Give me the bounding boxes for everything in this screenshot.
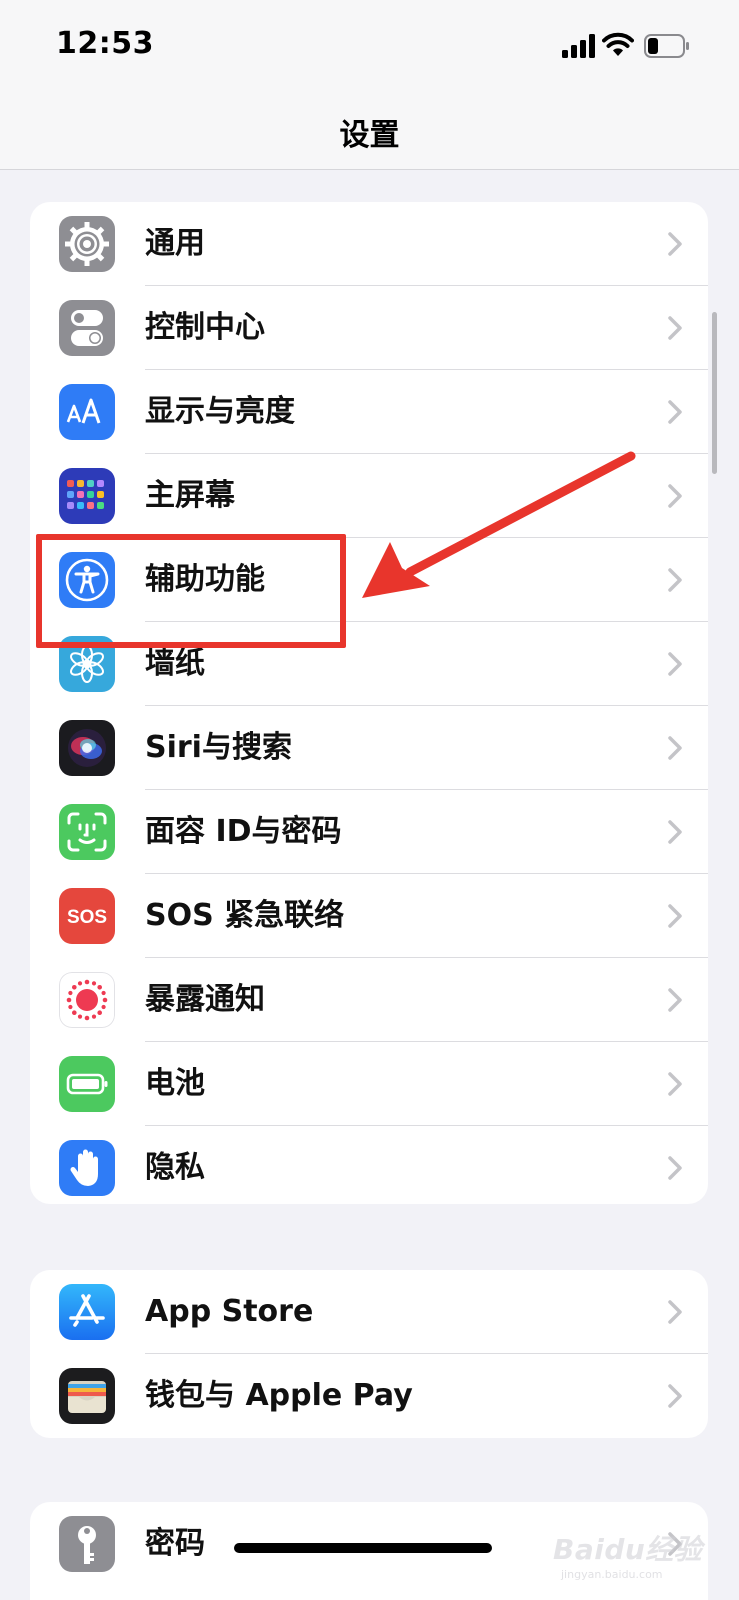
chevron-right-icon	[668, 1156, 682, 1180]
scroll-indicator[interactable]	[712, 312, 717, 474]
siri-icon	[59, 720, 115, 776]
chevron-right-icon	[668, 1384, 682, 1408]
settings-group-general: 通用 控制中心 显示与亮度 主屏幕 辅助功能 墙纸 Siri与搜索 面容 ID与…	[30, 202, 708, 1204]
home-indicator[interactable]	[234, 1543, 492, 1553]
home-screen-icon	[59, 468, 115, 524]
settings-row-label: 电池	[145, 1066, 205, 1101]
settings-group-store: App Store 钱包与 Apple Pay	[30, 1270, 708, 1438]
chevron-right-icon	[668, 820, 682, 844]
status-bar: 12:53	[0, 0, 739, 96]
gear-icon	[59, 216, 115, 272]
annotation-arrow-icon	[362, 451, 636, 598]
chevron-right-icon	[668, 400, 682, 424]
page-title: 设置	[339, 118, 400, 153]
settings-row-emergency-sos[interactable]: SOS SOS 紧急联络	[30, 874, 708, 958]
wallet-icon	[59, 1368, 115, 1424]
settings-row-battery[interactable]: 电池	[30, 1042, 708, 1126]
settings-row-app-store[interactable]: App Store	[30, 1270, 708, 1354]
chevron-right-icon	[668, 988, 682, 1012]
settings-row-privacy[interactable]: 隐私	[30, 1126, 708, 1204]
navigation-bar: 设置	[0, 96, 739, 170]
svg-text:SOS: SOS	[67, 907, 107, 928]
chevron-right-icon	[668, 736, 682, 760]
settings-row-label: Siri与搜索	[145, 730, 292, 765]
display-brightness-icon	[59, 384, 115, 440]
chevron-right-icon	[668, 484, 682, 508]
settings-row-label: App Store	[145, 1294, 314, 1329]
chevron-right-icon	[668, 652, 682, 676]
chevron-right-icon	[668, 232, 682, 256]
settings-row-label: SOS 紧急联络	[145, 898, 345, 933]
key-icon	[59, 1516, 115, 1572]
chevron-right-icon	[668, 568, 682, 592]
battery-status-icon	[644, 34, 689, 58]
settings-row-label: 隐私	[145, 1150, 205, 1185]
watermark-url: jingyan.baidu.com	[561, 1568, 663, 1581]
settings-row-general[interactable]: 通用	[30, 202, 708, 286]
settings-row-label: 主屏幕	[145, 478, 235, 513]
settings-row-label: 控制中心	[145, 310, 265, 345]
status-time: 12:53	[56, 26, 154, 61]
chevron-right-icon	[668, 1072, 682, 1096]
app-store-icon	[59, 1284, 115, 1340]
control-center-icon	[59, 300, 115, 356]
settings-row-label: 显示与亮度	[145, 394, 295, 429]
wifi-icon	[602, 32, 634, 56]
chevron-right-icon	[668, 1300, 682, 1324]
sos-icon: SOS	[59, 888, 115, 944]
settings-row-face-id-passcode[interactable]: 面容 ID与密码	[30, 790, 708, 874]
settings-screen: 12:53 设置 通用 控制中心 显示与亮度 主屏幕 辅助功能 墙纸 Siri与…	[0, 0, 739, 1600]
settings-row-siri-search[interactable]: Siri与搜索	[30, 706, 708, 790]
settings-row-label: 暴露通知	[145, 982, 265, 1017]
face-id-icon	[59, 804, 115, 860]
watermark-text: Baidu经验	[553, 1533, 703, 1566]
settings-row-wallet-apple-pay[interactable]: 钱包与 Apple Pay	[30, 1354, 708, 1438]
battery-icon	[59, 1056, 115, 1112]
privacy-hand-icon	[59, 1140, 115, 1196]
baidu-watermark: Baidu经验 jingyan.baidu.com	[553, 1528, 703, 1594]
settings-row-label: 密码	[145, 1526, 205, 1561]
settings-row-exposure-notifications[interactable]: 暴露通知	[30, 958, 708, 1042]
chevron-right-icon	[668, 904, 682, 928]
cellular-signal-icon	[562, 34, 595, 58]
settings-row-control-center[interactable]: 控制中心	[30, 286, 708, 370]
exposure-notification-icon	[59, 972, 115, 1028]
settings-row-label: 钱包与 Apple Pay	[145, 1378, 413, 1413]
chevron-right-icon	[668, 316, 682, 340]
settings-row-label: 面容 ID与密码	[145, 814, 342, 849]
annotation-highlight-box	[36, 534, 346, 648]
settings-row-label: 通用	[145, 226, 205, 261]
